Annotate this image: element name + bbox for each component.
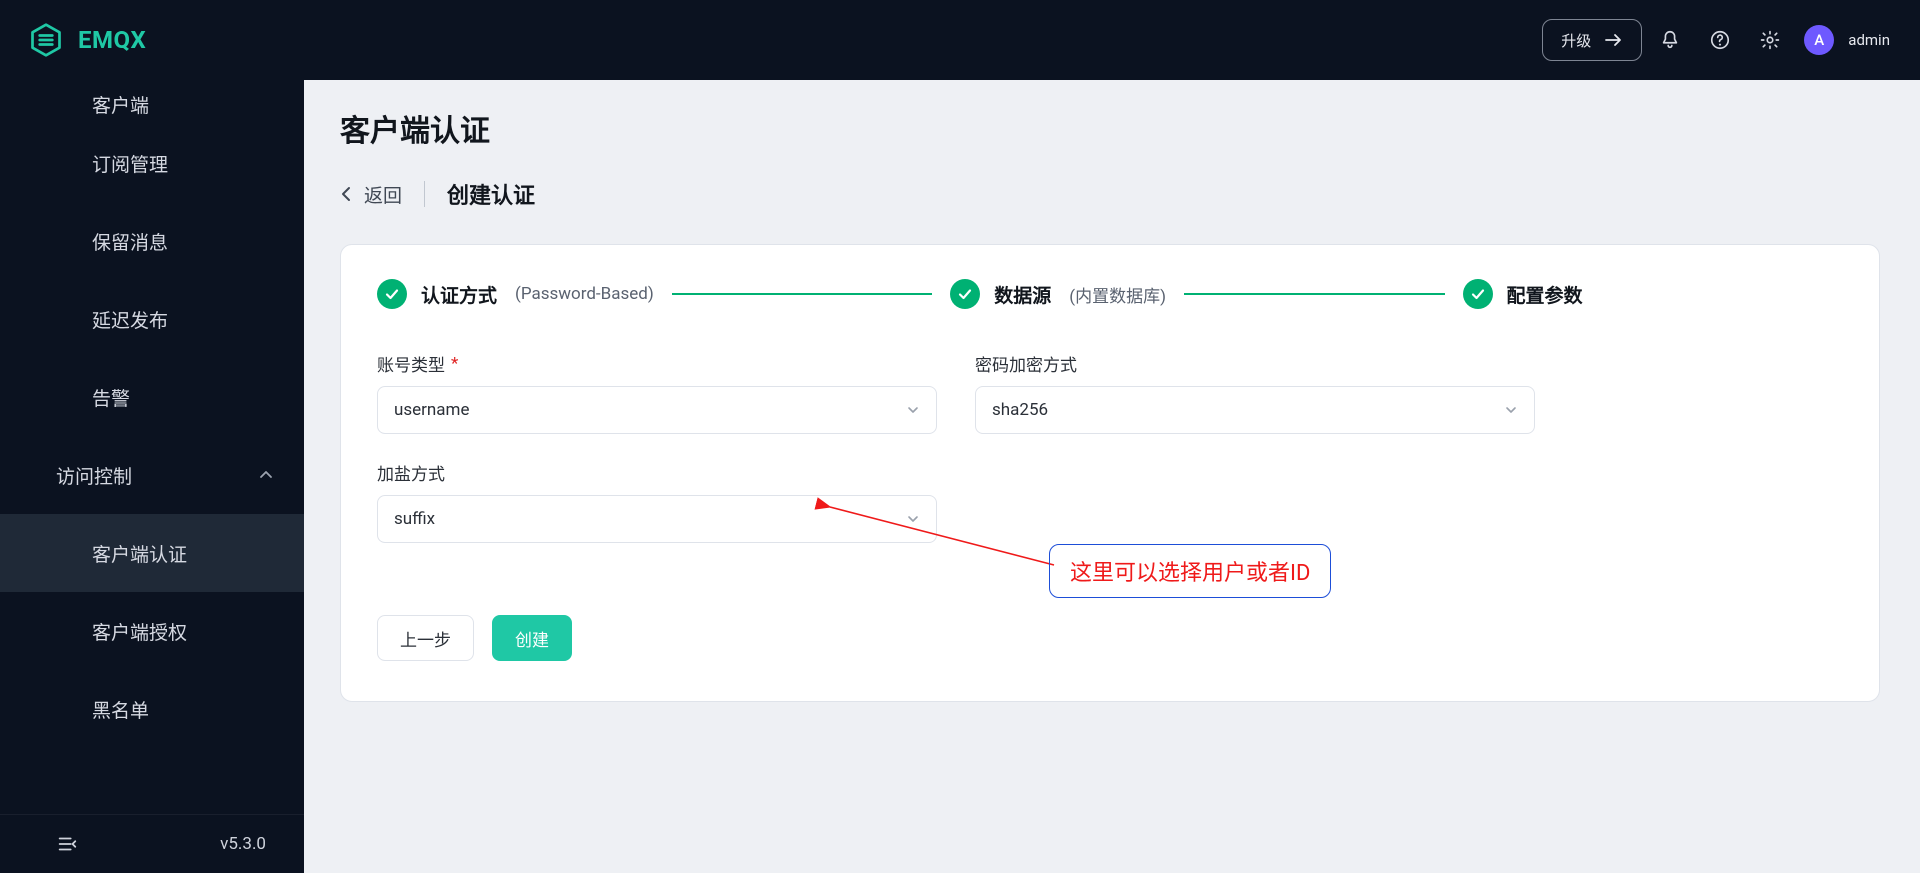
sidebar-item-label: 告警 [92,384,130,411]
chevron-down-icon [1504,403,1518,417]
user-name: admin [1848,31,1890,49]
chevron-up-icon [258,467,274,483]
step-connector [672,293,932,295]
form-card: 认证方式 (Password-Based) 数据源 (内置数据库) 配置 [340,244,1880,702]
breadcrumb-separator [424,181,425,207]
select-value: username [394,400,469,420]
sidebar-item-subscriptions[interactable]: 订阅管理 [0,124,304,202]
step-sub: (内置数据库) [1069,282,1166,307]
brand-name: EMQX [78,26,146,54]
hash-label: 密码加密方式 [975,351,1535,376]
breadcrumb: 返回 创建认证 [340,178,1880,210]
step-check-icon [950,279,980,309]
sidebar-footer: v5.3.0 [0,814,304,873]
step-data-source: 数据源 (内置数据库) [950,279,1166,309]
main-content: 客户端认证 返回 创建认证 认证方式 (Pass [304,80,1920,873]
wizard-steps: 认证方式 (Password-Based) 数据源 (内置数据库) 配置 [377,279,1843,309]
create-button[interactable]: 创建 [492,615,572,661]
notifications-button[interactable] [1648,29,1692,51]
upgrade-button[interactable]: 升级 [1542,19,1642,61]
back-link[interactable]: 返回 [340,181,402,208]
sidebar-item-clients[interactable]: 客户端 [0,86,304,124]
sidebar-section-label: 访问控制 [56,462,132,489]
breadcrumb-current: 创建认证 [447,178,535,210]
account-type-label: 账号类型* [377,351,937,376]
chevron-down-icon [906,403,920,417]
logo[interactable]: EMQX [28,22,146,58]
sidebar-item-label: 客户端认证 [92,540,187,567]
step-title: 配置参数 [1507,281,1583,308]
prev-button[interactable]: 上一步 [377,615,474,661]
sidebar-item-delayed[interactable]: 延迟发布 [0,280,304,358]
sidebar-item-label: 订阅管理 [92,150,168,177]
logo-hex-icon [28,22,64,58]
required-asterisk: * [451,354,458,374]
gear-icon [1759,29,1781,51]
step-sub: (Password-Based) [515,284,654,304]
version-label: v5.3.0 [220,834,266,854]
sidebar-section-access-control[interactable]: 访问控制 [0,436,304,514]
sidebar-item-retained[interactable]: 保留消息 [0,202,304,280]
sidebar-item-label: 客户端授权 [92,618,187,645]
sidebar-item-alarms[interactable]: 告警 [0,358,304,436]
sidebar: 客户端 订阅管理 保留消息 延迟发布 告警 访问控制 客户端认证 客户端授权 黑… [0,80,304,873]
hash-select[interactable]: sha256 [975,386,1535,434]
select-value: sha256 [992,400,1048,420]
app-header: EMQX 升级 A admin [0,0,1920,80]
back-label: 返回 [364,181,402,208]
step-title: 数据源 [994,281,1051,308]
chevron-left-icon [340,185,352,203]
sidebar-collapse-icon[interactable] [56,833,78,855]
sidebar-item-authz[interactable]: 客户端授权 [0,592,304,670]
step-check-icon [377,279,407,309]
step-title: 认证方式 [421,281,497,308]
page-title: 客户端认证 [340,106,1880,150]
annotation-arrow [816,495,1076,585]
sidebar-item-label: 延迟发布 [92,306,168,333]
help-button[interactable] [1698,29,1742,51]
user-menu[interactable]: A admin [1804,25,1890,55]
sidebar-item-authn[interactable]: 客户端认证 [0,514,304,592]
step-check-icon [1463,279,1493,309]
sidebar-item-banned[interactable]: 黑名单 [0,670,304,748]
step-config: 配置参数 [1463,279,1583,309]
user-avatar: A [1804,25,1834,55]
annotation-text: 这里可以选择用户或者ID [1049,544,1331,598]
step-auth-method: 认证方式 (Password-Based) [377,279,654,309]
arrow-right-icon [1605,33,1623,47]
upgrade-label: 升级 [1561,30,1591,51]
step-connector [1184,293,1444,295]
settings-button[interactable] [1748,29,1792,51]
form-actions: 上一步 创建 [377,615,1843,661]
bell-icon [1659,29,1681,51]
account-type-select[interactable]: username [377,386,937,434]
help-circle-icon [1709,29,1731,51]
select-value: suffix [394,509,435,529]
sidebar-item-label: 客户端 [92,91,149,118]
salt-label: 加盐方式 [377,460,937,485]
sidebar-item-label: 黑名单 [92,696,149,723]
sidebar-item-label: 保留消息 [92,228,168,255]
